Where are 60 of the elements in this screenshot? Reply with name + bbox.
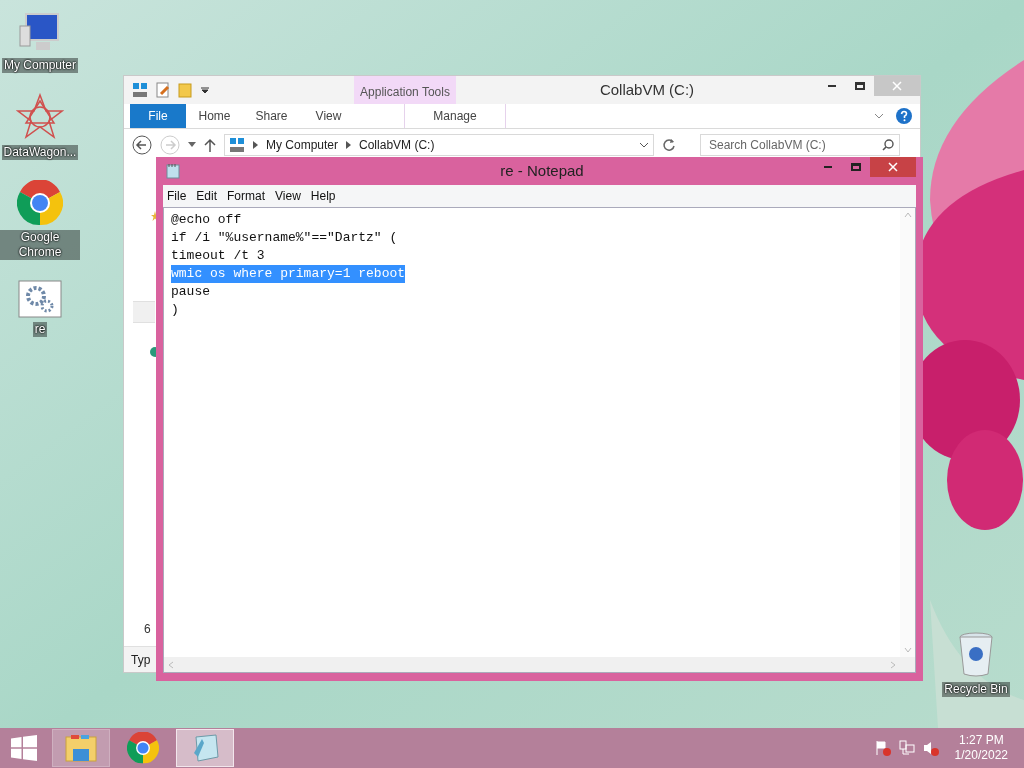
windows-logo-icon [11,735,37,761]
chevron-right-icon [346,141,352,149]
ribbon-tab[interactable]: Manage [404,104,506,128]
close-icon [888,162,898,172]
recycle-bin-icon [958,632,994,678]
dropdown-icon[interactable] [200,85,210,95]
desktop-icon-label[interactable]: Recycle Bin [942,682,1010,697]
column-header[interactable]: Typ [131,650,151,669]
code-line: @echo off [171,211,242,229]
context-group-label: Application Tools [360,84,450,101]
code-line: pause [171,283,210,301]
refresh-icon[interactable] [662,138,676,152]
menu-item[interactable]: File [164,187,190,205]
folder-icon [65,734,97,762]
menu-item[interactable]: Edit [193,187,221,205]
address-bar[interactable]: My Computer CollabVM (C:) [224,134,654,156]
ribbon-tab[interactable]: Home [186,104,243,128]
flag-icon[interactable] [874,740,891,756]
chrome-icon [17,180,63,226]
search-icon[interactable] [882,139,894,151]
code-line: ) [171,301,179,319]
chevron-down-icon[interactable] [639,141,649,149]
drive-icon [229,137,245,153]
properties-icon[interactable] [156,82,170,98]
menu-item[interactable]: Format [224,187,269,205]
desktop-icon-label[interactable]: re [32,322,48,337]
code-line: timeout /t 3 [171,247,265,265]
search-field[interactable]: Search CollabVM (C:) [700,134,900,156]
notepad-icon [166,163,180,179]
up-arrow-icon[interactable] [204,138,216,152]
code-line: if /i "%username%"=="Dartz" ( [171,229,398,247]
breadcrumb[interactable]: My Computer [266,136,339,154]
chrome-icon [127,732,159,764]
window-title: re - Notepad [499,160,585,181]
chevron-right-icon [253,141,258,149]
ribbon-tab[interactable]: File [130,104,186,128]
help-icon[interactable] [896,108,912,124]
dropdown-icon[interactable] [188,142,196,148]
desktop-icon-label[interactable]: My Computer [2,58,78,73]
desktop-icon-label[interactable]: DataWagon... [1,145,79,160]
ribbon-tab[interactable]: View [300,104,357,128]
star-pattern-icon [16,93,64,141]
gear-file-icon [18,280,62,318]
close-button[interactable] [870,157,916,177]
menu-item[interactable]: Help [307,187,339,205]
chevron-down-icon[interactable] [874,112,884,120]
drive-icon[interactable] [132,82,148,98]
size-grip[interactable] [900,657,915,672]
menu-item[interactable]: View [272,187,304,205]
breadcrumb[interactable]: CollabVM (C:) [359,136,435,154]
speaker-muted-icon[interactable] [922,740,939,756]
network-icon[interactable] [898,740,915,756]
window-title: CollabVM (C:) [598,79,696,100]
ribbon-tab[interactable]: Share [243,104,300,128]
folder-icon[interactable] [178,82,192,98]
close-icon [892,81,902,91]
desktop-icon-label[interactable]: Google Chrome [0,230,80,260]
taskbar-button[interactable] [52,729,110,767]
back-icon[interactable] [132,135,152,155]
status-text: 6 [144,621,152,638]
